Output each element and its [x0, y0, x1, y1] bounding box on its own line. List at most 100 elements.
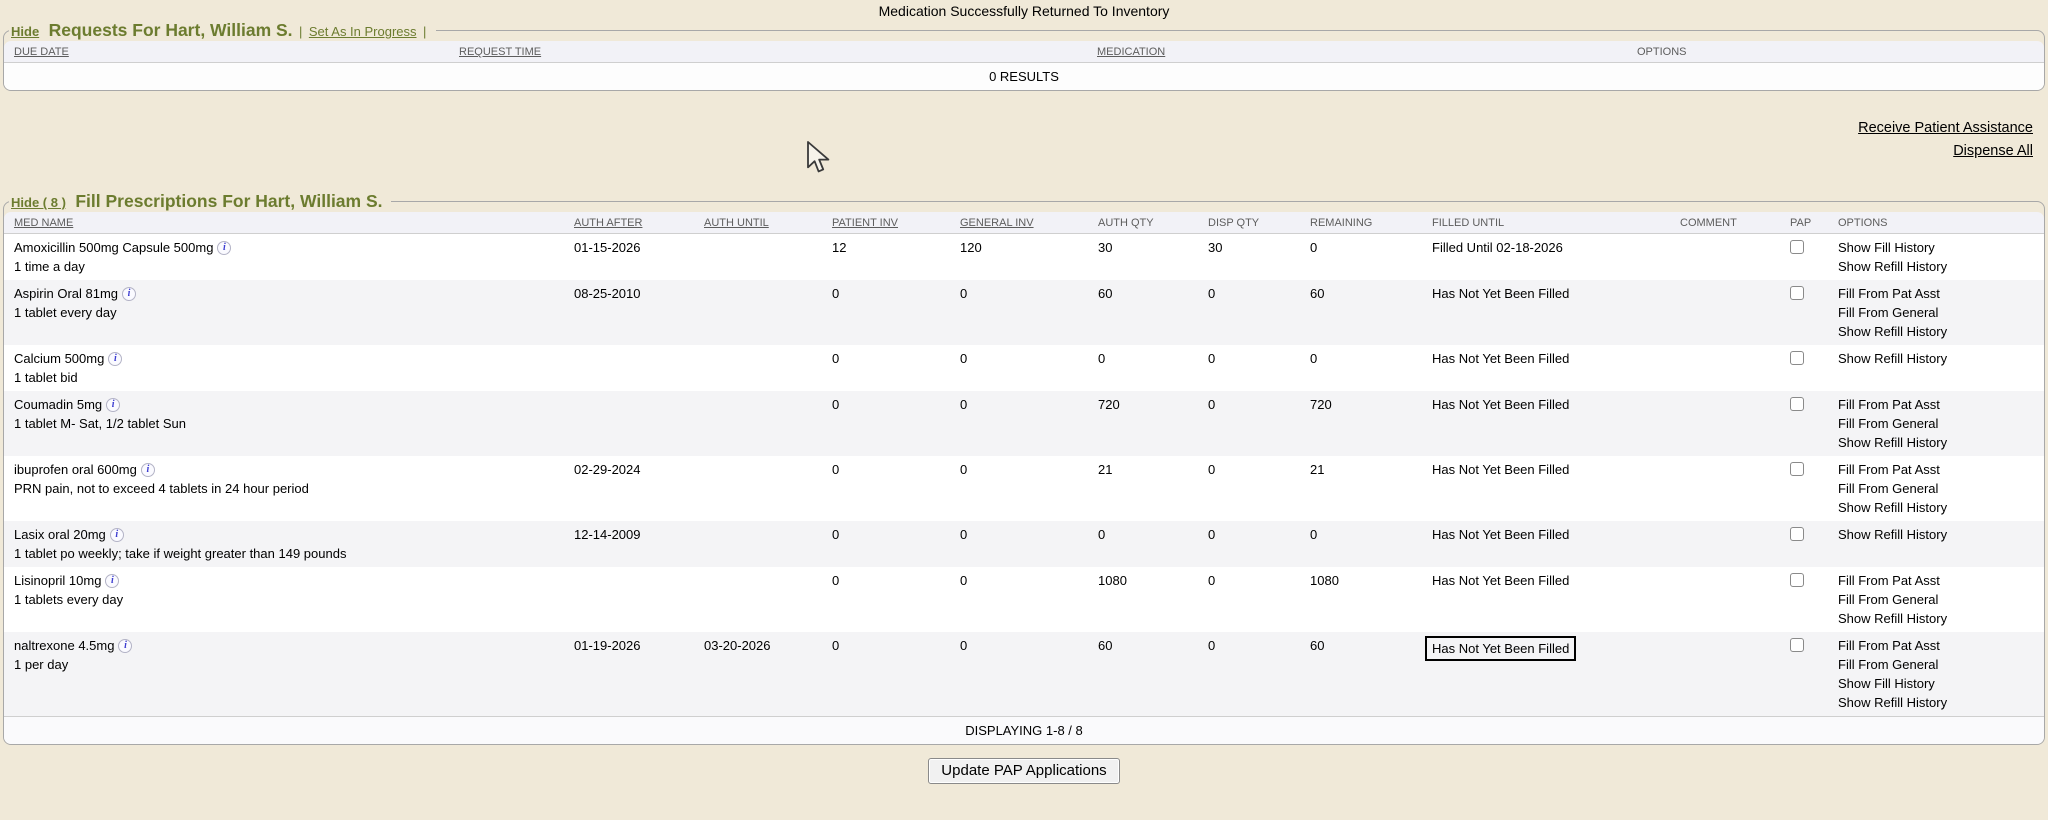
option-link-show-refill-history[interactable]: Show Refill History	[1838, 498, 2034, 517]
info-icon[interactable]: i	[122, 287, 136, 301]
option-link-show-fill-history[interactable]: Show Fill History	[1838, 238, 2034, 257]
patient-inv-cell: 0	[822, 632, 950, 717]
button-bar: Update PAP Applications	[0, 758, 2048, 784]
med-name: Calcium 500mg	[14, 351, 104, 366]
prescription-row: Coumadin 5mgi 1 tablet M- Sat, 1/2 table…	[4, 391, 2044, 456]
update-pap-applications-button[interactable]: Update PAP Applications	[928, 758, 1119, 784]
options-cell: Fill From Pat AsstFill From GeneralShow …	[1828, 456, 2044, 521]
disp-qty-cell: 30	[1198, 234, 1300, 281]
filled-until-text: Has Not Yet Been Filled	[1432, 397, 1569, 412]
disp-qty-cell: 0	[1198, 632, 1300, 717]
prescriptions-header-med-name[interactable]: MED NAME	[4, 212, 564, 234]
displaying-text: DISPLAYING 1-8 / 8	[4, 717, 2044, 745]
pap-checkbox[interactable]	[1790, 527, 1804, 541]
option-link-fill-from-general[interactable]: Fill From General	[1838, 414, 2034, 433]
filled-until-text: Has Not Yet Been Filled	[1432, 462, 1569, 477]
med-sig: PRN pain, not to exceed 4 tablets in 24 …	[14, 479, 554, 498]
pap-cell	[1780, 345, 1828, 391]
option-link-fill-from-pat-asst[interactable]: Fill From Pat Asst	[1838, 395, 2034, 414]
requests-empty-row: 0 RESULTS	[4, 63, 2044, 91]
pap-checkbox[interactable]	[1790, 286, 1804, 300]
info-icon[interactable]: i	[141, 463, 155, 477]
pap-checkbox[interactable]	[1790, 397, 1804, 411]
requests-header-medication[interactable]: MEDICATION	[1087, 41, 1627, 63]
pap-checkbox[interactable]	[1790, 240, 1804, 254]
option-link-fill-from-pat-asst[interactable]: Fill From Pat Asst	[1838, 636, 2034, 655]
med-sig: 1 tablet po weekly; take if weight great…	[14, 544, 554, 563]
auth-qty-cell: 60	[1088, 280, 1198, 345]
info-icon[interactable]: i	[106, 398, 120, 412]
info-icon[interactable]: i	[108, 352, 122, 366]
med-name-cell: Coumadin 5mgi 1 tablet M- Sat, 1/2 table…	[4, 391, 564, 456]
option-link-show-refill-history[interactable]: Show Refill History	[1838, 349, 2034, 368]
dispense-all-link[interactable]: Dispense All	[0, 140, 2033, 163]
option-link-fill-from-general[interactable]: Fill From General	[1838, 655, 2034, 674]
displaying-row: DISPLAYING 1-8 / 8	[4, 717, 2044, 745]
option-link-fill-from-pat-asst[interactable]: Fill From Pat Asst	[1838, 460, 2034, 479]
requests-header-request-time[interactable]: REQUEST TIME	[449, 41, 1087, 63]
comment-cell	[1670, 280, 1780, 345]
auth-after-cell	[564, 567, 694, 632]
prescriptions-header-auth-after[interactable]: AUTH AFTER	[564, 212, 694, 234]
option-link-fill-from-pat-asst[interactable]: Fill From Pat Asst	[1838, 571, 2034, 590]
requests-section-legend: Hide Requests For Hart, William S. | Set…	[9, 20, 436, 41]
comment-cell	[1670, 456, 1780, 521]
requests-empty-text: 0 RESULTS	[4, 63, 2044, 91]
med-name-cell: naltrexone 4.5mgi 1 per day	[4, 632, 564, 717]
option-link-fill-from-general[interactable]: Fill From General	[1838, 479, 2034, 498]
patient-assistance-actions: Receive Patient Assistance Dispense All	[0, 117, 2033, 163]
option-link-fill-from-general[interactable]: Fill From General	[1838, 303, 2034, 322]
remaining-cell: 720	[1300, 391, 1422, 456]
pap-checkbox[interactable]	[1790, 351, 1804, 365]
set-as-in-progress-link[interactable]: Set As In Progress	[309, 24, 417, 39]
auth-qty-cell: 21	[1088, 456, 1198, 521]
general-inv-cell: 120	[950, 234, 1088, 281]
comment-cell	[1670, 632, 1780, 717]
prescriptions-header-pap: PAP	[1780, 212, 1828, 234]
requests-table-wrap: DUE DATEREQUEST TIMEMEDICATIONOPTIONS 0 …	[4, 41, 2044, 90]
option-link-fill-from-pat-asst[interactable]: Fill From Pat Asst	[1838, 284, 2034, 303]
auth-qty-cell: 30	[1088, 234, 1198, 281]
legend-separator: |	[299, 24, 302, 39]
option-link-show-refill-history[interactable]: Show Refill History	[1838, 525, 2034, 544]
pap-cell	[1780, 521, 1828, 567]
option-link-show-fill-history[interactable]: Show Fill History	[1838, 674, 2034, 693]
prescriptions-header-auth-until[interactable]: AUTH UNTIL	[694, 212, 822, 234]
auth-until-cell	[694, 391, 822, 456]
info-icon[interactable]: i	[105, 574, 119, 588]
requests-header-due-date[interactable]: DUE DATE	[4, 41, 449, 63]
general-inv-cell: 0	[950, 391, 1088, 456]
option-link-show-refill-history[interactable]: Show Refill History	[1838, 433, 2034, 452]
remaining-cell: 60	[1300, 632, 1422, 717]
receive-patient-assistance-link[interactable]: Receive Patient Assistance	[0, 117, 2033, 140]
patient-inv-cell: 0	[822, 280, 950, 345]
fill-prescriptions-title: Fill Prescriptions For Hart, William S.	[75, 191, 382, 211]
option-link-show-refill-history[interactable]: Show Refill History	[1838, 257, 2034, 276]
pap-checkbox[interactable]	[1790, 573, 1804, 587]
pap-checkbox[interactable]	[1790, 462, 1804, 476]
info-icon[interactable]: i	[118, 639, 132, 653]
remaining-cell: 21	[1300, 456, 1422, 521]
prescriptions-hide-link[interactable]: Hide ( 8 )	[11, 195, 66, 210]
disp-qty-cell: 0	[1198, 345, 1300, 391]
prescription-row: Calcium 500mgi 1 tablet bid 0 0 0 0 0 Ha…	[4, 345, 2044, 391]
option-link-show-refill-history[interactable]: Show Refill History	[1838, 322, 2034, 341]
requests-hide-link[interactable]: Hide	[11, 24, 39, 39]
option-link-show-refill-history[interactable]: Show Refill History	[1838, 609, 2034, 628]
auth-after-cell	[564, 345, 694, 391]
option-link-show-refill-history[interactable]: Show Refill History	[1838, 693, 2034, 712]
auth-until-cell	[694, 234, 822, 281]
prescriptions-header-patient-inv[interactable]: PATIENT INV	[822, 212, 950, 234]
requests-header-options: OPTIONS	[1627, 41, 2044, 63]
options-cell: Show Refill History	[1828, 345, 2044, 391]
requests-section: Hide Requests For Hart, William S. | Set…	[3, 20, 2045, 91]
filled-until-cell: Filled Until 02-18-2026	[1422, 234, 1670, 281]
option-link-fill-from-general[interactable]: Fill From General	[1838, 590, 2034, 609]
info-icon[interactable]: i	[217, 241, 231, 255]
filled-until-text: Has Not Yet Been Filled	[1425, 636, 1576, 661]
pap-checkbox[interactable]	[1790, 638, 1804, 652]
filled-until-cell: Has Not Yet Been Filled	[1422, 345, 1670, 391]
remaining-cell: 1080	[1300, 567, 1422, 632]
prescriptions-header-general-inv[interactable]: GENERAL INV	[950, 212, 1088, 234]
info-icon[interactable]: i	[110, 528, 124, 542]
